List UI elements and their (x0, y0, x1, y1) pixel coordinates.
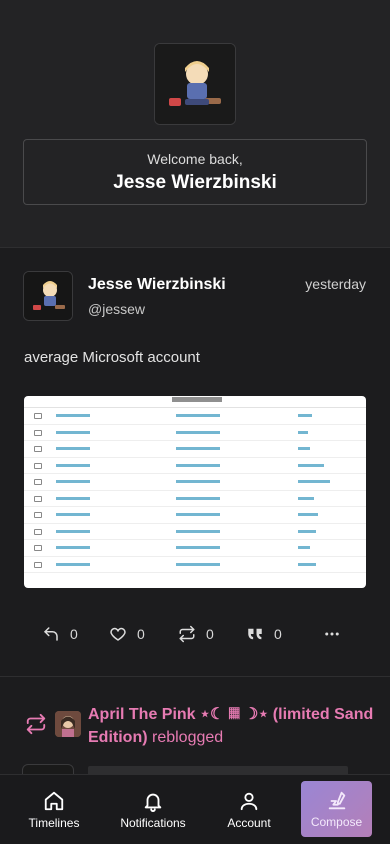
timeline-post[interactable]: Jesse Wierzbinski @jessew yesterday aver… (0, 249, 390, 677)
post-author-handle[interactable]: @jessew (88, 301, 145, 317)
nav-account-label: Account (227, 816, 271, 830)
repeat-icon (179, 625, 195, 643)
profile-card: Welcome back, Jesse Wierzbinski (0, 0, 390, 248)
post-image-attachment[interactable] (24, 396, 366, 588)
nav-timelines[interactable]: Timelines (18, 775, 90, 844)
like-button[interactable]: 0 (109, 622, 145, 646)
nav-notifications-label: Notifications (120, 816, 186, 830)
post-author-name[interactable]: Jesse Wierzbinski (88, 276, 226, 294)
reply-icon (44, 627, 58, 641)
welcome-box: Welcome back, Jesse Wierzbinski (23, 139, 367, 205)
like-count: 0 (137, 626, 145, 642)
reblogger-name[interactable]: April The Pink ⋆☾ 𝄜 ☽⋆ (limited Sand Edi… (88, 706, 373, 746)
quote-count: 0 (274, 626, 282, 642)
post-timestamp[interactable]: yesterday (305, 276, 366, 292)
reblog-notice[interactable]: April The Pink ⋆☾ 𝄜 ☽⋆ (limited Sand Edi… (0, 678, 390, 778)
reblog-button[interactable]: 0 (178, 622, 214, 646)
profile-avatar[interactable] (154, 43, 236, 125)
post-body: average Microsoft account (24, 349, 200, 366)
compose-icon (328, 791, 345, 809)
more-options-button[interactable] (323, 622, 341, 646)
reply-button[interactable]: 0 (42, 622, 78, 646)
compose-label: Compose (310, 814, 363, 829)
reblogger-avatar[interactable] (55, 711, 81, 737)
quote-icon (248, 628, 262, 640)
reblog-suffix: reblogged (147, 729, 224, 746)
compose-button[interactable]: Compose (301, 781, 372, 837)
attachment-header (24, 396, 366, 408)
post-actions: 0 0 0 0 (0, 619, 390, 649)
repeat-icon (26, 713, 46, 735)
user-icon (240, 792, 258, 811)
bell-icon (144, 793, 162, 812)
home-icon (44, 791, 64, 811)
heart-icon (110, 627, 126, 641)
welcome-display-name: Jesse Wierzbinski (113, 172, 277, 193)
quote-button[interactable]: 0 (246, 622, 282, 646)
reblog-count: 0 (206, 626, 214, 642)
reply-count: 0 (70, 626, 78, 642)
reblog-text: April The Pink ⋆☾ 𝄜 ☽⋆ (limited Sand Edi… (88, 703, 378, 749)
post-author-avatar[interactable] (23, 271, 73, 321)
more-horizontal-icon (325, 632, 339, 636)
bottom-navigation: Timelines Notifications Account Compose (0, 774, 390, 844)
nav-notifications[interactable]: Notifications (114, 775, 192, 844)
nav-account[interactable]: Account (214, 775, 284, 844)
welcome-text: Welcome back, (147, 151, 243, 167)
nav-timelines-label: Timelines (28, 816, 80, 830)
